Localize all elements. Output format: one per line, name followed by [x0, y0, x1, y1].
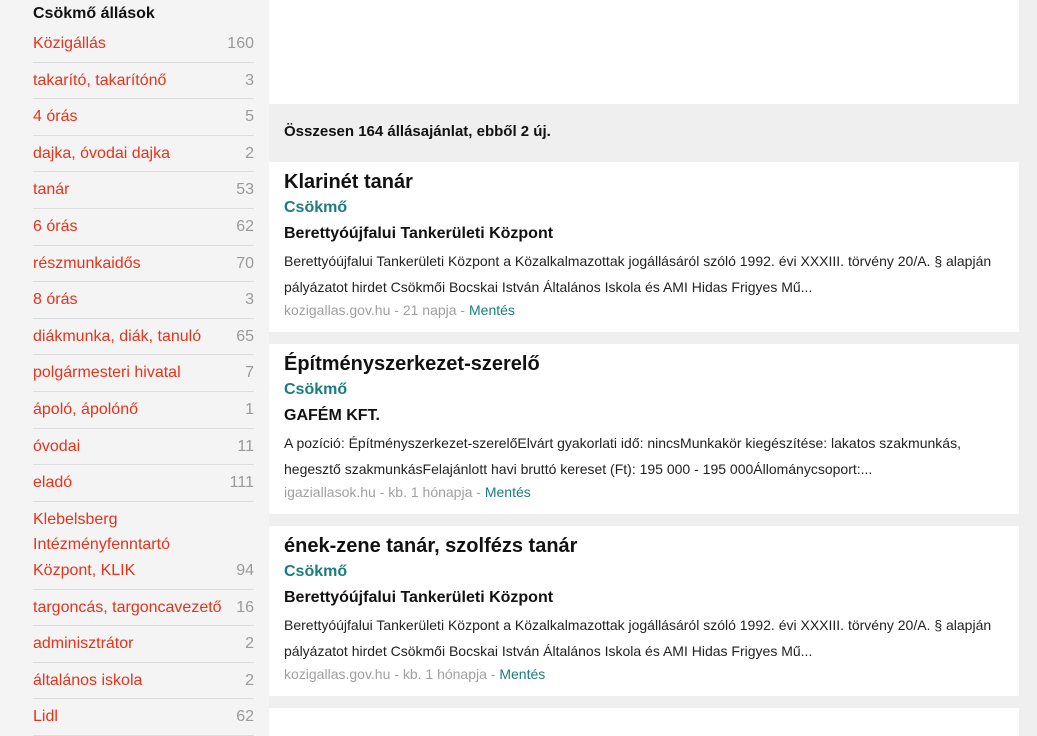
category-count: 2: [245, 144, 254, 162]
category-label[interactable]: diákmunka, diák, tanuló: [33, 324, 230, 350]
category-count: 11: [237, 437, 254, 455]
category-label[interactable]: eladó: [33, 470, 224, 496]
category-label[interactable]: tanár: [33, 177, 230, 203]
job-source: kozigallas.gov.hu: [284, 666, 391, 682]
category-count: 2: [245, 635, 254, 653]
category-count: 1: [245, 400, 254, 418]
category-count: 111: [229, 474, 254, 492]
job-card: Építményszerkezet-szerelő Csökmő GAFÉM K…: [269, 344, 1019, 514]
category-count: 5: [245, 108, 254, 126]
category-label[interactable]: Közigállás: [33, 31, 221, 57]
job-card: Klarinét tanár Csökmő Berettyóújfalui Ta…: [269, 162, 1019, 332]
category-list: Közigállás 160 takarító, takarítónő 3 4 ór…: [33, 26, 254, 736]
job-company: Berettyóújfalui Tankerületi Központ: [284, 225, 554, 242]
category-item[interactable]: dajka, óvodai dajka 2: [33, 136, 254, 173]
job-meta: igaziallasok.hu - kb. 1 hónapja - Mentés: [284, 484, 531, 500]
job-company: GAFÉM KFT.: [284, 407, 380, 424]
category-count: 62: [236, 217, 254, 235]
category-count: 53: [236, 181, 254, 199]
job-source: igaziallasok.hu: [284, 484, 376, 500]
job-location[interactable]: Csökmő: [284, 563, 347, 581]
category-label[interactable]: Klebelsberg Intézményfenntartó Központ, …: [33, 507, 230, 584]
job-description: A pozíció: Építményszerkezet-szerelőElvá…: [284, 435, 961, 477]
category-label[interactable]: ápoló, ápolónő: [33, 397, 239, 423]
job-card: ének-zene tanár, szolfézs tanár Csökmő B…: [269, 526, 1019, 696]
job-description: Berettyóújfalui Tankerületi Központ a Kö…: [284, 617, 992, 659]
ad-placeholder: [269, 0, 1019, 104]
category-item[interactable]: diákmunka, diák, tanuló 65: [33, 319, 254, 356]
job-company: Berettyóújfalui Tankerületi Központ: [284, 589, 554, 606]
category-label[interactable]: 4 órás: [33, 104, 239, 130]
category-label[interactable]: dajka, óvodai dajka: [33, 141, 239, 167]
sidebar-title: Csökmő állások: [33, 5, 155, 22]
category-count: 70: [236, 254, 254, 272]
results-summary: Összesen 164 állásajánlat, ebből 2 új.: [284, 123, 551, 140]
category-label[interactable]: targoncás, targoncavezető: [33, 595, 230, 621]
category-item[interactable]: óvodai 11: [33, 429, 254, 466]
category-count: 16: [236, 598, 254, 616]
category-item[interactable]: polgármesteri hivatal 7: [33, 355, 254, 392]
job-age: 21 napja: [402, 302, 457, 318]
job-card-partial: [269, 708, 1019, 736]
category-count: 94: [236, 561, 254, 579]
category-count: 3: [245, 291, 254, 309]
save-job-link[interactable]: Mentés: [499, 666, 545, 682]
category-label[interactable]: általános iskola: [33, 668, 239, 694]
job-location[interactable]: Csökmő: [284, 381, 347, 399]
save-job-link[interactable]: Mentés: [469, 302, 515, 318]
job-source: kozigallas.gov.hu: [284, 302, 391, 318]
category-item[interactable]: 6 órás 62: [33, 209, 254, 246]
category-label[interactable]: adminisztrátor: [33, 631, 239, 657]
category-item[interactable]: Lidl 62: [33, 699, 254, 736]
job-meta: kozigallas.gov.hu - 21 napja - Mentés: [284, 302, 515, 318]
category-label[interactable]: 8 órás: [33, 287, 239, 313]
job-meta: kozigallas.gov.hu - kb. 1 hónapja - Ment…: [284, 666, 546, 682]
category-label[interactable]: Lidl: [33, 704, 230, 730]
job-description: Berettyóújfalui Tankerületi Központ a Kö…: [284, 253, 992, 295]
job-location[interactable]: Csökmő: [284, 199, 347, 217]
category-label[interactable]: polgármesteri hivatal: [33, 360, 239, 386]
category-label[interactable]: részmunkaidős: [33, 251, 230, 277]
category-label[interactable]: óvodai: [33, 434, 231, 460]
category-item[interactable]: ápoló, ápolónő 1: [33, 392, 254, 429]
category-item[interactable]: részmunkaidős 70: [33, 246, 254, 283]
category-count: 2: [245, 671, 254, 689]
job-title-link[interactable]: ének-zene tanár, szolfézs tanár: [284, 535, 577, 558]
category-count: 3: [245, 71, 254, 89]
category-item[interactable]: 4 órás 5: [33, 99, 254, 136]
job-title-link[interactable]: Építményszerkezet-szerelő: [284, 353, 540, 376]
job-age: kb. 1 hónapja: [402, 666, 487, 682]
category-count: 62: [236, 708, 254, 726]
category-item[interactable]: takarító, takarítónő 3: [33, 63, 254, 100]
category-count: 7: [245, 364, 254, 382]
category-item[interactable]: általános iskola 2: [33, 663, 254, 700]
category-item[interactable]: 8 órás 3: [33, 282, 254, 319]
category-count: 160: [227, 35, 254, 52]
category-item[interactable]: adminisztrátor 2: [33, 626, 254, 663]
job-age: kb. 1 hónapja: [388, 484, 473, 500]
sidebar: Csökmő állások Közigállás 160 takarító, t…: [0, 0, 269, 736]
save-job-link[interactable]: Mentés: [485, 484, 531, 500]
category-label[interactable]: takarító, takarítónő: [33, 68, 239, 94]
category-label[interactable]: 6 órás: [33, 214, 230, 240]
category-item[interactable]: Klebelsberg Intézményfenntartó Központ, …: [33, 502, 254, 590]
category-item[interactable]: tanár 53: [33, 172, 254, 209]
category-item[interactable]: targoncás, targoncavezető 16: [33, 590, 254, 627]
category-count: 65: [236, 327, 254, 345]
category-item[interactable]: Közigállás 160: [33, 26, 254, 63]
category-item[interactable]: eladó 111: [33, 465, 254, 502]
job-title-link[interactable]: Klarinét tanár: [284, 171, 413, 194]
